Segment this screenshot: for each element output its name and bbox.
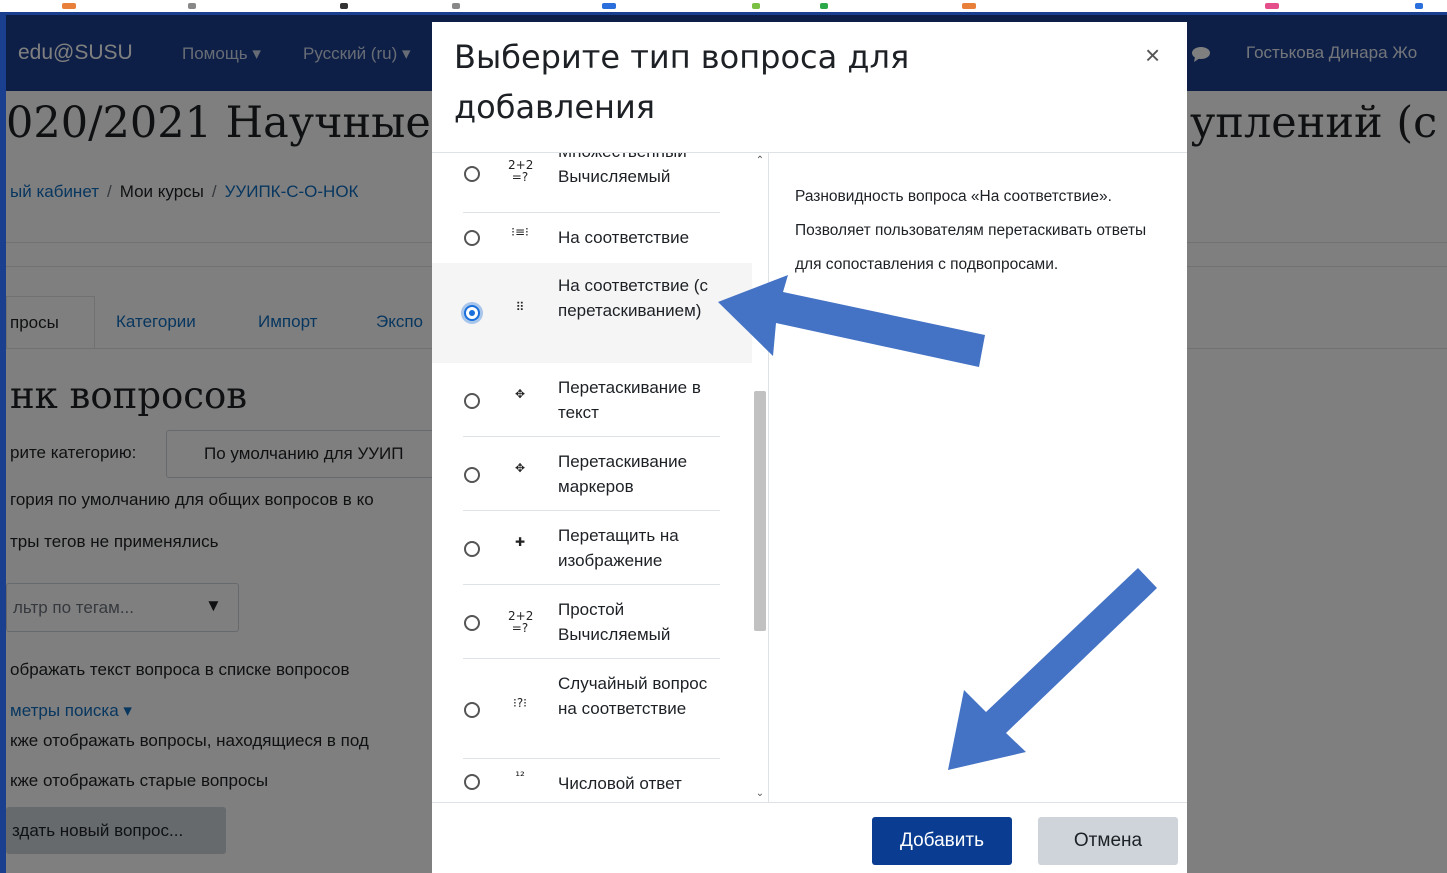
bookmark-icon[interactable] <box>1265 3 1279 9</box>
bookmark-icon[interactable] <box>340 3 348 9</box>
add-button[interactable]: Добавить <box>872 817 1012 865</box>
question-type-option[interactable]: ✥ Перетаскивание в текст <box>432 363 752 437</box>
bookmark-icon[interactable] <box>62 3 76 9</box>
radio-button[interactable] <box>464 305 480 321</box>
question-type-label: На соответствие <box>558 228 690 247</box>
radio-button[interactable] <box>464 615 480 631</box>
bookmark-icon[interactable] <box>1415 3 1423 9</box>
question-type-description: Разновидность вопроса «На соответствие».… <box>795 188 1147 273</box>
dialog-title: Выберите тип вопроса для добавления <box>454 38 910 126</box>
question-type-icon: ⠿ <box>515 300 525 314</box>
cancel-button[interactable]: Отмена <box>1038 817 1178 865</box>
radio-button[interactable] <box>464 541 480 557</box>
radio-button[interactable] <box>464 230 480 246</box>
radio-button[interactable] <box>464 702 480 718</box>
radio-button[interactable] <box>464 393 480 409</box>
question-type-icon: ✚ <box>514 535 526 549</box>
radio-button[interactable] <box>464 166 480 182</box>
question-type-label: Множественный Вычисляемый <box>558 153 687 186</box>
question-type-label: Случайный вопрос на соответствие <box>558 674 708 718</box>
question-type-icon: ⁝?⁝ <box>513 696 527 710</box>
question-type-icon: ✥ <box>514 387 526 401</box>
question-type-chooser-dialog: Выберите тип вопроса для добавления × 2+… <box>432 22 1187 873</box>
question-type-list[interactable]: 2+2 =? Множественный Вычисляемый ⁝≡⁝ На соо… <box>432 153 769 802</box>
question-type-label: Числовой ответ <box>558 774 682 793</box>
question-type-option[interactable]: 2+2 =? Простой Вычисляемый <box>432 585 752 659</box>
question-type-icon: ¹² <box>515 769 525 783</box>
question-type-label: На соответствие (с перетаскиванием) <box>558 276 708 320</box>
scroll-up-icon[interactable]: ⌃ <box>755 156 765 166</box>
bookmark-icon[interactable] <box>820 3 828 9</box>
divider <box>432 802 1187 803</box>
scroll-thumb[interactable] <box>754 391 766 631</box>
question-type-option[interactable]: ✥ Перетаскивание маркеров <box>432 437 752 511</box>
question-type-label: Перетаскивание маркеров <box>558 452 688 496</box>
question-type-label: Простой Вычисляемый <box>558 600 671 644</box>
radio-button[interactable] <box>464 467 480 483</box>
question-type-option[interactable]: ⁝?⁝ Случайный вопрос на соответствие <box>432 659 752 759</box>
radio-button[interactable] <box>464 774 480 790</box>
close-icon[interactable]: × <box>1145 40 1160 71</box>
bookmark-icon[interactable] <box>962 3 976 9</box>
question-type-icon: 2+2 =? <box>508 609 534 635</box>
question-type-option[interactable]: ⁝≡⁝ На соответствие <box>432 213 752 263</box>
bookmark-icon[interactable] <box>602 3 616 9</box>
question-type-option[interactable]: ¹² Числовой ответ <box>432 759 752 802</box>
bookmark-icon[interactable] <box>188 3 196 9</box>
question-type-icon: ✥ <box>514 461 526 475</box>
question-type-option[interactable]: ✚ Перетащить на изображение <box>432 511 752 585</box>
question-type-label: Перетащить на изображение <box>558 526 679 570</box>
question-type-icon: 2+2 =? <box>508 158 534 184</box>
question-type-icon: ⁝≡⁝ <box>511 225 529 239</box>
bookmark-icon[interactable] <box>752 3 760 9</box>
bookmark-icon[interactable] <box>452 3 460 9</box>
question-type-label: Перетаскивание в текст <box>558 378 701 422</box>
scroll-down-icon[interactable]: ⌄ <box>755 789 765 799</box>
question-type-option[interactable]: ⠿ На соответствие (с перетаскиванием) <box>432 263 752 363</box>
list-scrollbar[interactable]: ⌃ ⌄ <box>752 153 768 802</box>
question-type-option[interactable]: 2+2 =? Множественный Вычисляемый <box>432 153 752 213</box>
